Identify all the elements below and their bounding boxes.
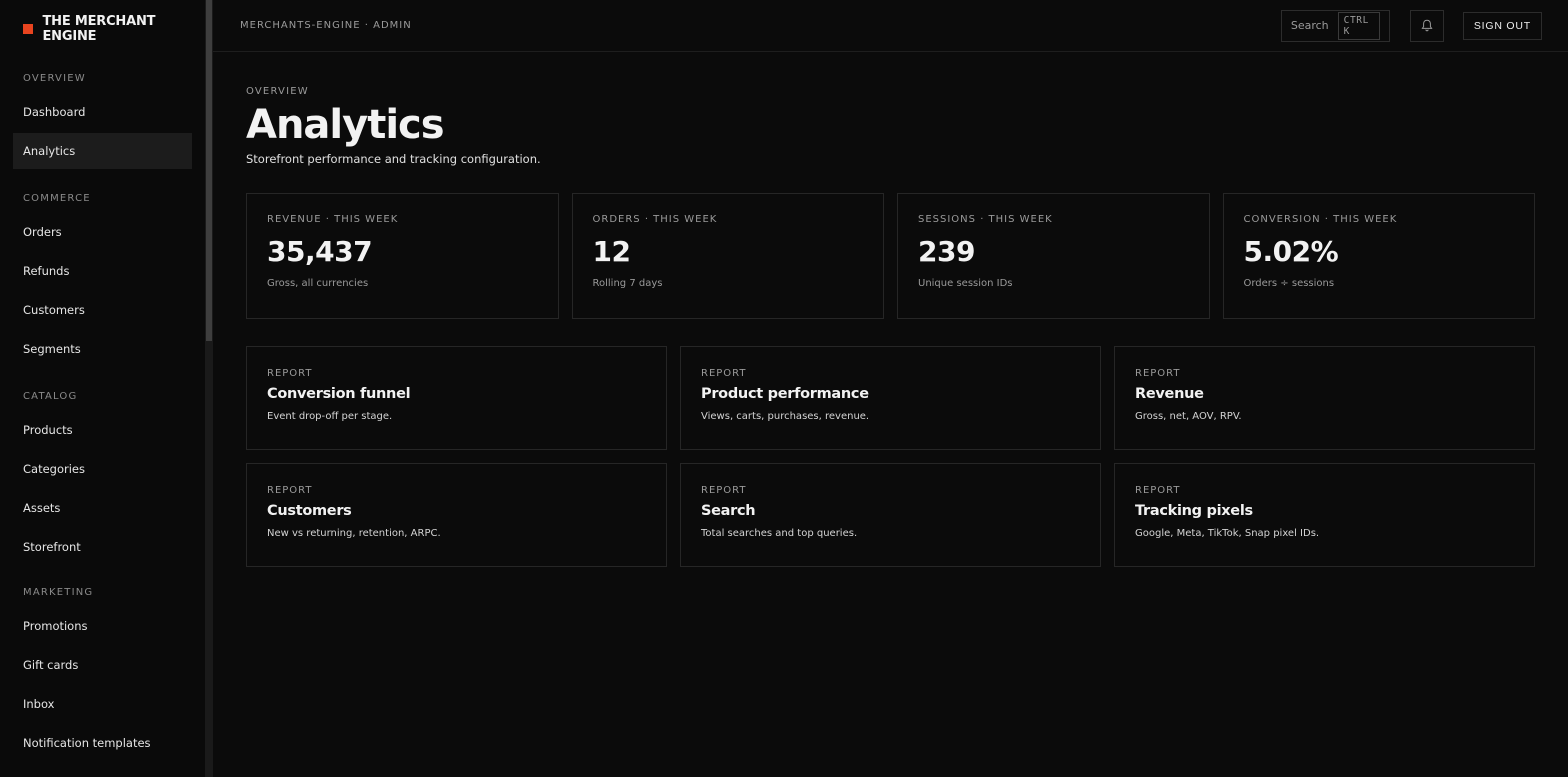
kpi-value: 35,437	[267, 235, 373, 268]
sidebar-item-orders[interactable]: Orders	[13, 214, 192, 250]
brand-logo-icon	[23, 24, 33, 34]
notifications-button[interactable]	[1409, 9, 1444, 42]
nav-section-marketing: MARKETING Promotions Gift cards Inbox No…	[0, 585, 205, 761]
report-card-product-performance[interactable]: REPORT Product performance Views, carts,…	[680, 346, 1101, 450]
kpi-caption: Unique session IDs	[918, 278, 1013, 289]
report-description: Event drop-off per stage.	[267, 411, 393, 422]
kpi-caption: Gross, all currencies	[267, 278, 369, 289]
report-title: Tracking pixels	[1135, 503, 1253, 519]
report-description: Total searches and top queries.	[701, 528, 858, 539]
report-description: Views, carts, purchases, revenue.	[701, 411, 870, 422]
sidebar-item-refunds[interactable]: Refunds	[13, 253, 192, 289]
report-card-customers[interactable]: REPORT Customers New vs returning, reten…	[246, 463, 667, 567]
kpi-card-orders: ORDERS · THIS WEEK 12 Rolling 7 days	[571, 193, 884, 319]
kpi-caption: Orders ÷ sessions	[1243, 278, 1335, 289]
sidebar-scrollbar-thumb[interactable]	[206, 0, 212, 341]
kpi-card-sessions: SESSIONS · THIS WEEK 239 Unique session …	[897, 193, 1210, 319]
topbar: MERCHANTS-ENGINE · ADMIN Search CTRL K S…	[213, 0, 1568, 52]
report-title: Customers	[267, 503, 352, 519]
search-shortcut-badge: CTRL K	[1337, 11, 1380, 40]
kpi-grid: REVENUE · THIS WEEK 35,437 Gross, all cu…	[246, 193, 1535, 319]
kpi-value: 12	[592, 235, 631, 268]
kpi-value: 239	[918, 235, 975, 268]
sidebar-item-storefront[interactable]: Storefront	[13, 529, 192, 565]
sidebar-item-dashboard[interactable]: Dashboard	[13, 94, 192, 130]
report-title: Search	[701, 503, 756, 519]
app-root: THE MERCHANT ENGINE OVERVIEW Dashboard A…	[0, 0, 1568, 777]
kpi-label: REVENUE · THIS WEEK	[267, 214, 399, 225]
report-title: Revenue	[1135, 386, 1204, 402]
search-label: Search	[1290, 19, 1329, 32]
report-card-conversion-funnel[interactable]: REPORT Conversion funnel Event drop-off …	[246, 346, 667, 450]
nav-section-catalog: CATALOG Products Categories Assets Store…	[0, 389, 205, 565]
report-eyebrow: REPORT	[267, 368, 313, 379]
sidebar: THE MERCHANT ENGINE OVERVIEW Dashboard A…	[0, 0, 205, 777]
sidebar-item-inbox[interactable]: Inbox	[13, 686, 192, 722]
kpi-value: 5.02%	[1243, 235, 1339, 268]
report-title: Product performance	[701, 386, 869, 402]
search-button[interactable]: Search CTRL K	[1280, 9, 1390, 42]
report-description: New vs returning, retention, ARPC.	[267, 528, 441, 539]
sidebar-item-analytics[interactable]: Analytics	[13, 133, 192, 169]
breadcrumb: MERCHANTS-ENGINE · ADMIN	[240, 20, 412, 31]
report-eyebrow: REPORT	[701, 485, 747, 496]
report-eyebrow: REPORT	[701, 368, 747, 379]
report-eyebrow: REPORT	[267, 485, 313, 496]
sidebar-item-customers[interactable]: Customers	[13, 292, 192, 328]
main-panel: MERCHANTS-ENGINE · ADMIN Search CTRL K S…	[213, 0, 1568, 777]
nav-section-overview: OVERVIEW Dashboard Analytics	[0, 71, 205, 169]
sidebar-item-categories[interactable]: Categories	[13, 451, 192, 487]
nav-section-commerce: COMMERCE Orders Refunds Customers Segmen…	[0, 191, 205, 367]
report-card-search[interactable]: REPORT Search Total searches and top que…	[680, 463, 1101, 567]
kpi-label: ORDERS · THIS WEEK	[592, 214, 718, 225]
nav-section-label: MARKETING	[23, 587, 94, 598]
report-description: Google, Meta, TikTok, Snap pixel IDs.	[1135, 528, 1320, 539]
sidebar-item-products[interactable]: Products	[13, 412, 192, 448]
top-actions: Search CTRL K SIGN OUT	[1280, 9, 1542, 42]
report-grid: REPORT Conversion funnel Event drop-off …	[246, 346, 1535, 567]
brand[interactable]: THE MERCHANT ENGINE	[0, 0, 205, 58]
page-content: OVERVIEW Analytics Storefront performanc…	[213, 52, 1568, 567]
sidebar-item-gift-cards[interactable]: Gift cards	[13, 647, 192, 683]
sidebar-item-assets[interactable]: Assets	[13, 490, 192, 526]
sign-out-button[interactable]: SIGN OUT	[1462, 11, 1542, 40]
kpi-label: CONVERSION · THIS WEEK	[1243, 214, 1398, 225]
report-card-revenue[interactable]: REPORT Revenue Gross, net, AOV, RPV.	[1114, 346, 1535, 450]
nav-section-label: CATALOG	[23, 391, 78, 402]
report-eyebrow: REPORT	[1135, 485, 1181, 496]
sidebar-item-notification-templates[interactable]: Notification templates	[13, 725, 192, 761]
sidebar-item-promotions[interactable]: Promotions	[13, 608, 192, 644]
sidebar-scrollbar[interactable]	[205, 0, 213, 777]
nav-section-label: OVERVIEW	[23, 73, 86, 84]
brand-name: THE MERCHANT ENGINE	[42, 14, 156, 44]
sidebar-item-segments[interactable]: Segments	[13, 331, 192, 367]
kpi-label: SESSIONS · THIS WEEK	[918, 214, 1053, 225]
page-eyebrow: OVERVIEW	[246, 86, 309, 97]
page-subtitle: Storefront performance and tracking conf…	[246, 152, 541, 166]
report-eyebrow: REPORT	[1135, 368, 1181, 379]
bell-icon	[1421, 19, 1433, 32]
report-description: Gross, net, AOV, RPV.	[1135, 411, 1242, 422]
report-title: Conversion funnel	[267, 386, 411, 402]
kpi-caption: Rolling 7 days	[592, 278, 663, 289]
nav-section-label: COMMERCE	[23, 193, 91, 204]
kpi-card-revenue: REVENUE · THIS WEEK 35,437 Gross, all cu…	[246, 193, 559, 319]
report-card-tracking-pixels[interactable]: REPORT Tracking pixels Google, Meta, Tik…	[1114, 463, 1535, 567]
kpi-card-conversion: CONVERSION · THIS WEEK 5.02% Orders ÷ se…	[1222, 193, 1535, 319]
page-title: Analytics	[246, 102, 445, 148]
